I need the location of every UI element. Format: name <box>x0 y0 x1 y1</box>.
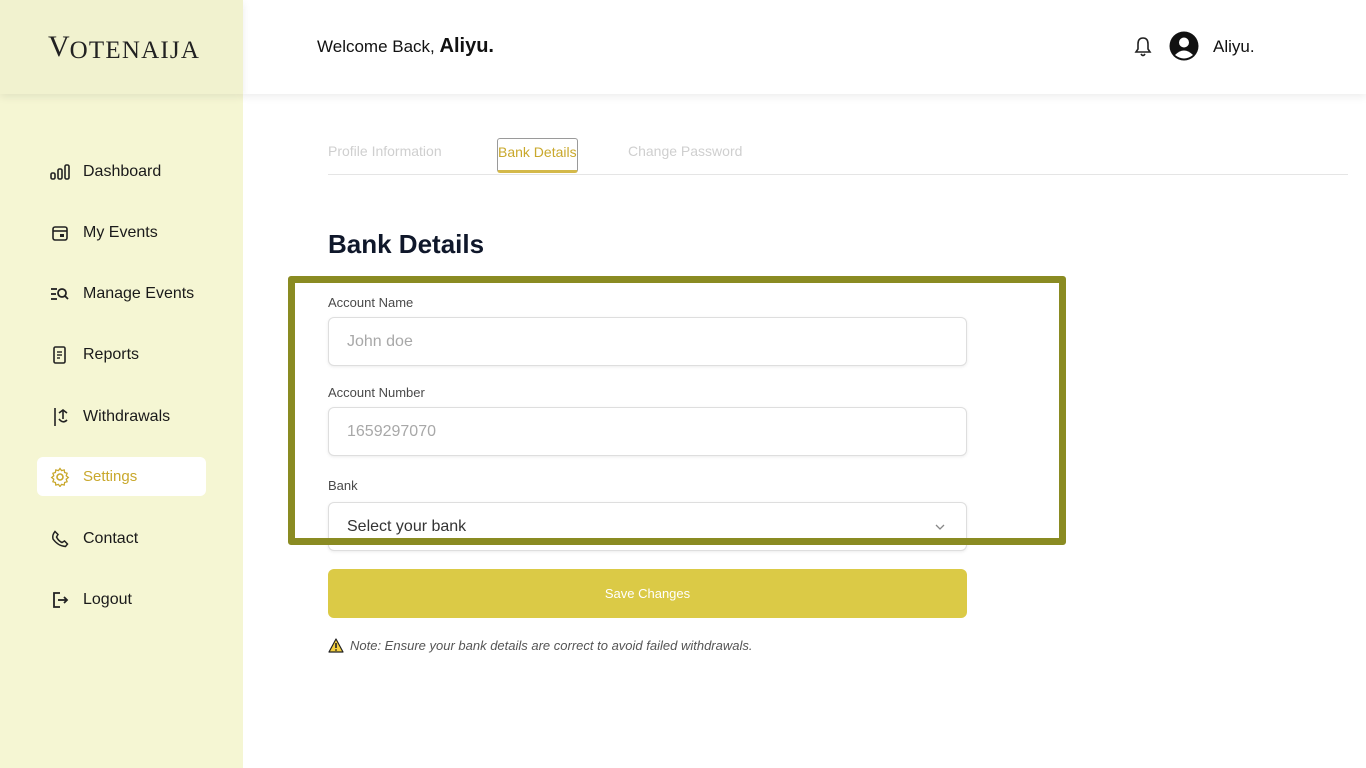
account-number-label: Account Number <box>328 385 425 400</box>
account-name-label: Account Name <box>328 295 414 310</box>
bank-label: Bank <box>328 478 358 493</box>
note-text: Note: Ensure your bank details are corre… <box>350 638 753 653</box>
warning-icon <box>328 638 344 653</box>
search-list-icon <box>49 283 71 305</box>
sidebar-item-label: Settings <box>83 468 138 485</box>
sidebar-item-label: Logout <box>83 590 132 608</box>
sidebar-item-contact[interactable]: Contact <box>37 519 206 558</box>
gear-icon <box>49 466 71 488</box>
bank-select[interactable]: Select your bank <box>328 502 967 551</box>
save-button[interactable]: Save Changes <box>328 569 967 618</box>
top-bar: Welcome Back, Aliyu. Aliyu. <box>243 0 1366 94</box>
tab-profile-information[interactable]: Profile Information <box>328 137 442 173</box>
logout-icon <box>49 589 71 611</box>
account-number-placeholder: 1659297070 <box>347 422 436 440</box>
sidebar: V OTENAIJA Dashboard My Events Manage Ev… <box>0 0 243 768</box>
document-icon <box>49 344 71 366</box>
sidebar-item-withdrawals[interactable]: Withdrawals <box>37 397 206 436</box>
sidebar-item-manage-events[interactable]: Manage Events <box>37 274 206 313</box>
chevron-down-icon <box>934 518 946 536</box>
app-logo[interactable]: V OTENAIJA <box>48 30 201 64</box>
avatar-icon[interactable] <box>1169 31 1199 66</box>
sidebar-item-dashboard[interactable]: Dashboard <box>37 152 206 191</box>
logo-area: V OTENAIJA <box>0 0 243 94</box>
sidebar-item-label: Manage Events <box>83 284 195 302</box>
bar-chart-icon <box>49 161 71 183</box>
logo-letter-v: V <box>48 30 70 63</box>
welcome-message: Welcome Back, Aliyu. <box>317 35 494 58</box>
sidebar-item-label: Reports <box>83 345 140 363</box>
page-title: Bank Details <box>328 229 485 259</box>
warning-note: Note: Ensure your bank details are corre… <box>328 638 752 653</box>
calendar-icon <box>49 222 71 244</box>
sidebar-item-label: Contact <box>83 529 139 547</box>
phone-icon <box>49 528 71 550</box>
user-name[interactable]: Aliyu. <box>1213 37 1255 57</box>
tab-bank-details[interactable]: Bank Details <box>497 138 578 173</box>
account-number-input[interactable]: 1659297070 <box>328 407 967 456</box>
welcome-text: Welcome Back, <box>317 37 435 56</box>
sidebar-item-label: Dashboard <box>83 162 162 180</box>
bank-select-value: Select your bank <box>347 517 467 535</box>
account-name-placeholder: John doe <box>347 332 413 350</box>
welcome-username: Aliyu. <box>439 35 494 57</box>
sidebar-item-settings[interactable]: Settings <box>37 457 206 496</box>
logo-text: OTENAIJA <box>69 37 201 64</box>
account-name-input[interactable]: John doe <box>328 317 967 366</box>
settings-tabs: Profile Information Bank Details Change … <box>328 137 1348 175</box>
bell-icon[interactable] <box>1133 36 1153 63</box>
sidebar-item-my-events[interactable]: My Events <box>37 213 206 252</box>
sidebar-item-label: Withdrawals <box>83 407 171 425</box>
withdraw-icon <box>49 406 71 428</box>
tab-change-password[interactable]: Change Password <box>628 137 742 173</box>
sidebar-item-label: My Events <box>83 223 158 241</box>
sidebar-item-reports[interactable]: Reports <box>37 335 206 374</box>
sidebar-item-logout[interactable]: Logout <box>37 580 206 619</box>
